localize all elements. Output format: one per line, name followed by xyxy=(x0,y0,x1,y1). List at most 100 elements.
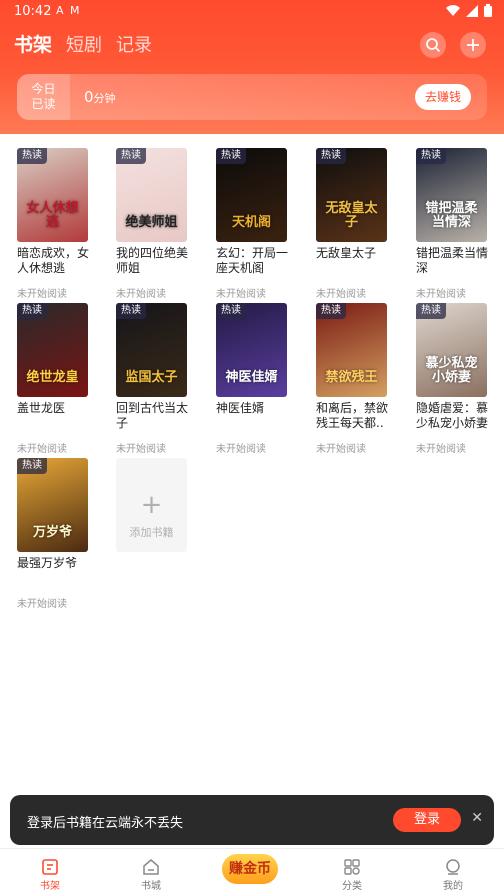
book-title: 错把温柔当情深 xyxy=(416,246,489,275)
add-book-button[interactable]: + 添加书籍 xyxy=(116,458,187,552)
tab-history[interactable]: 记录 xyxy=(116,31,152,57)
plus-icon: + xyxy=(140,490,163,520)
grid-icon xyxy=(344,859,360,875)
nav-store-label: 书城 xyxy=(141,881,161,892)
book-cover[interactable]: 热读 绝美师姐 xyxy=(116,148,187,242)
header: 10:42 A M 书架 短剧 记录 今日 已读 0分钟 去赚钱 xyxy=(0,0,504,134)
tab-bookshelf[interactable]: 书架 xyxy=(14,30,52,57)
cover-title-art: 女人休想逃 xyxy=(26,201,79,230)
cover-title-art: 万岁爷 xyxy=(32,525,72,540)
book-title: 和离后，禁欲残王每天都.. xyxy=(316,401,389,430)
book-cover[interactable]: 热读万岁爷 xyxy=(17,458,88,552)
add-button[interactable] xyxy=(460,32,486,58)
plus-icon xyxy=(467,39,479,51)
hot-badge: 热读 xyxy=(116,303,146,319)
cover-title-art: 监国太子 xyxy=(125,370,178,385)
book-title: 盖世龙医 xyxy=(17,401,66,415)
book-title: 神医佳婿 xyxy=(216,401,265,415)
nav-category[interactable]: 分类 xyxy=(322,857,382,892)
wifi-icon xyxy=(446,4,460,16)
book-item[interactable]: 热读 监国太子 回到古代当太子 未开始阅读 xyxy=(116,303,196,455)
nav-bookshelf[interactable]: 书架 xyxy=(20,857,80,892)
book-title: 隐婚虐爱：慕少私宠小娇妻 xyxy=(416,401,489,430)
book-cover[interactable]: 热读慕少私宠小娇妻 xyxy=(416,303,487,397)
cover-title-art: 无敌皇太子 xyxy=(325,201,378,230)
search-button[interactable] xyxy=(420,32,446,58)
status-bar: 10:42 A M xyxy=(0,0,504,22)
book-title: 最强万岁爷 xyxy=(17,556,78,570)
hot-badge: 热读 xyxy=(216,303,246,319)
clock: 10:42 xyxy=(14,4,52,19)
book-item[interactable]: 热读女人休想逃暗恋成欢，女人休想逃未开始阅读 xyxy=(17,148,97,300)
book-item[interactable]: 热读 无敌皇太子 无敌皇太子 未开始阅读 xyxy=(316,148,396,300)
hot-badge: 热读 xyxy=(116,148,146,164)
nav-mine[interactable]: 我的 xyxy=(423,857,483,892)
nav-category-label: 分类 xyxy=(342,881,362,892)
book-cover[interactable]: 热读监国太子 xyxy=(116,303,187,397)
earn-money-button[interactable]: 去赚钱 xyxy=(415,84,471,110)
book-item[interactable]: 热读 绝美师姐我的四位绝美师姐未开始阅读 xyxy=(116,148,196,300)
reading-status: 未开始阅读 xyxy=(416,289,466,300)
book-cover[interactable]: 热读错把温柔当情深 xyxy=(416,148,487,242)
battery-icon xyxy=(484,4,492,17)
book-title: 暗恋成欢，女人休想逃 xyxy=(17,246,90,275)
reading-status: 未开始阅读 xyxy=(216,289,266,300)
add-book-label: 添加书籍 xyxy=(129,526,174,539)
book-title: 我的四位绝美师姐 xyxy=(116,246,189,275)
book-cover[interactable]: 热读 禁欲残王 xyxy=(316,303,387,397)
book-item[interactable]: 热读万岁爷最强万岁爷未开始阅读 xyxy=(17,458,97,610)
reading-status: 未开始阅读 xyxy=(17,289,67,300)
login-button[interactable]: 登录 xyxy=(393,808,461,832)
reading-minutes: 0分钟 xyxy=(84,88,116,106)
hot-badge: 热读 xyxy=(416,303,446,319)
close-icon[interactable]: ✕ xyxy=(471,810,483,826)
login-prompt-message: 登录后书籍在云端永不丢失 xyxy=(27,816,184,831)
cover-title-art: 错把温柔当情深 xyxy=(425,201,478,230)
reading-status: 未开始阅读 xyxy=(316,444,366,455)
nav-bookshelf-label: 书架 xyxy=(40,881,60,892)
cover-title-art: 天机阁 xyxy=(231,215,271,230)
book-item[interactable]: 热读 慕少私宠小娇妻 隐婚虐爱：慕少私宠小娇妻 未开始阅读 xyxy=(416,303,496,455)
cover-title-art: 神医佳婿 xyxy=(225,370,278,385)
book-item[interactable]: 热读错把温柔当情深 错把温柔当情深未开始阅读 xyxy=(416,148,496,300)
book-cover[interactable]: 热读女人休想逃 xyxy=(17,148,88,242)
reading-status: 未开始阅读 xyxy=(17,444,67,455)
gmail-icon: M xyxy=(70,4,80,17)
book-item[interactable]: 热读绝世龙皇盖世龙医未开始阅读 xyxy=(17,303,97,455)
book-title: 玄幻：开局一座天机阁 xyxy=(216,246,289,275)
profile-icon xyxy=(446,859,460,875)
hot-badge: 热读 xyxy=(17,458,47,474)
book-cover[interactable]: 热读绝世龙皇 xyxy=(17,303,88,397)
login-prompt-bar: 登录后书籍在云端永不丢失 登录 ✕ xyxy=(10,795,494,845)
book-item[interactable]: 热读天机阁玄幻：开局一座天机阁未开始阅读 xyxy=(216,148,296,300)
minutes-value: 0 xyxy=(84,88,94,106)
tab-short-drama[interactable]: 短剧 xyxy=(66,31,102,57)
hot-badge: 热读 xyxy=(17,303,47,319)
hot-badge: 热读 xyxy=(316,148,346,164)
book-cover[interactable]: 热读无敌皇太子 xyxy=(316,148,387,242)
cover-title-art: 慕少私宠小娇妻 xyxy=(425,356,478,385)
book-item[interactable]: 热读 禁欲残王和离后，禁欲残王每天都.. 未开始阅读 xyxy=(316,303,396,455)
hot-badge: 热读 xyxy=(216,148,246,164)
book-cover[interactable]: 热读天机阁 xyxy=(216,148,287,242)
home-icon xyxy=(143,859,159,875)
hot-badge: 热读 xyxy=(416,148,446,164)
book-cover[interactable]: 热读神医佳婿 xyxy=(216,303,287,397)
reading-status: 未开始阅读 xyxy=(116,289,166,300)
nav-store[interactable]: 书城 xyxy=(121,857,181,892)
hot-badge: 热读 xyxy=(17,148,47,164)
reading-status: 未开始阅读 xyxy=(116,444,166,455)
cover-title-art: 禁欲残王 xyxy=(325,370,378,385)
book-icon xyxy=(42,859,58,875)
minutes-unit: 分钟 xyxy=(93,92,116,105)
top-tabs: 书架 短剧 记录 xyxy=(14,30,152,57)
book-item[interactable]: 热读 神医佳婿 神医佳婿 未开始阅读 xyxy=(216,303,296,455)
book-title: 无敌皇太子 xyxy=(316,246,377,260)
reading-status: 未开始阅读 xyxy=(316,289,366,300)
reading-status: 未开始阅读 xyxy=(17,599,67,610)
search-icon xyxy=(426,38,441,53)
cover-title-art: 绝世龙皇 xyxy=(26,370,79,385)
today-label-line2: 已读 xyxy=(31,97,56,111)
nav-earn-coins[interactable]: 赚金币 xyxy=(222,854,278,884)
signal-icon xyxy=(466,4,478,17)
